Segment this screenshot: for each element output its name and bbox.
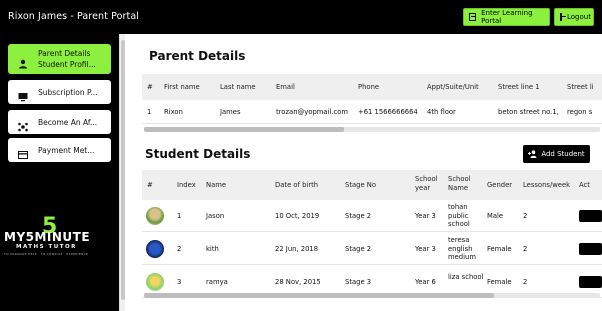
column-header: Phone bbox=[358, 83, 380, 91]
cell: James bbox=[220, 108, 241, 116]
logo-tagline: TO ARRANGE HELP · TO CONSULT · EXPERIENC… bbox=[4, 252, 89, 256]
logout-button[interactable]: Logout bbox=[554, 8, 594, 26]
sidebar-item-label: Become An Af... bbox=[38, 117, 98, 127]
top-bar: Rixon James - Parent Portal Enter Learni… bbox=[0, 0, 602, 34]
brand-logo: 5 MY5MINUTE MATHS TUTOR TO ARRANGE HELP … bbox=[4, 216, 104, 260]
card-icon bbox=[18, 145, 28, 159]
table-row[interactable]: 2 kith 22 Jun, 2018 Stage 2 Year 3 teres… bbox=[142, 233, 602, 265]
cell-stage: Stage 3 bbox=[345, 278, 372, 286]
scrollbar-thumb[interactable] bbox=[144, 293, 494, 298]
cell-stage: Stage 2 bbox=[345, 212, 372, 220]
edit-button[interactable] bbox=[579, 243, 602, 255]
cell-dob: 10 Oct, 2019 bbox=[275, 212, 320, 220]
cell-year: Year 3 bbox=[415, 212, 436, 220]
add-student-button[interactable]: Add Student bbox=[523, 145, 590, 163]
column-header: Index bbox=[177, 181, 196, 189]
column-header: School Name bbox=[448, 175, 471, 192]
sidebar-item-payment[interactable]: Payment Met... bbox=[8, 138, 111, 162]
cell-gender: Female bbox=[487, 245, 512, 253]
monitor-icon bbox=[18, 87, 28, 102]
cell-gender: Female bbox=[487, 278, 512, 286]
cell-year: Year 6 bbox=[415, 278, 436, 286]
cell-index: 2 bbox=[177, 245, 182, 253]
main-content: Parent Details # First name Last name Em… bbox=[125, 34, 602, 311]
logout-icon bbox=[560, 13, 566, 21]
column-header: Stage No bbox=[345, 181, 377, 189]
column-header: Appt/Suite/Unit bbox=[427, 83, 479, 91]
column-header: Act bbox=[579, 181, 590, 189]
column-header: Street li bbox=[567, 83, 594, 91]
column-header: # bbox=[147, 181, 153, 189]
add-user-icon bbox=[528, 150, 537, 158]
column-header: Gender bbox=[487, 181, 513, 189]
sidebar: Parent Details Student Profil... Subscri… bbox=[0, 34, 119, 311]
table-header: # Index Name Date of birth Stage No Scho… bbox=[142, 170, 602, 200]
cell-dob: 28 Nov, 2015 bbox=[275, 278, 321, 286]
sidebar-item-affiliate[interactable]: Become An Af... bbox=[8, 110, 111, 134]
student-details-title: Student Details bbox=[145, 147, 251, 161]
login-icon bbox=[469, 13, 477, 21]
cell-name: Jason bbox=[206, 212, 225, 220]
logo-subtitle: MATHS TUTOR bbox=[16, 244, 77, 250]
column-header: School year bbox=[415, 175, 438, 192]
enter-learning-portal-button[interactable]: Enter Learning Portal bbox=[463, 8, 550, 26]
cell-dob: 22 Jun, 2018 bbox=[275, 245, 319, 253]
horizontal-scrollbar[interactable] bbox=[144, 293, 600, 298]
column-header: First name bbox=[164, 83, 200, 91]
cell-stage: Stage 2 bbox=[345, 245, 372, 253]
cell: Rixon bbox=[164, 108, 183, 116]
app-title: Rixon James - Parent Portal bbox=[8, 11, 139, 22]
cell-year: Year 3 bbox=[415, 245, 436, 253]
logo-text: MY5MINUTE bbox=[4, 230, 91, 244]
avatar bbox=[146, 207, 164, 225]
cell: 4th floor bbox=[427, 108, 456, 116]
column-header: Email bbox=[276, 83, 295, 91]
cell: trozan@yopmail.com bbox=[276, 108, 349, 116]
cell-index: 3 bbox=[177, 278, 182, 286]
cell-school: liza school bbox=[448, 273, 484, 281]
column-header: Date of birth bbox=[275, 181, 319, 189]
student-details-table: # Index Name Date of birth Stage No Scho… bbox=[142, 170, 602, 300]
table-row[interactable]: 1 Rixon James trozan@yopmail.com +61 156… bbox=[142, 100, 602, 124]
parent-details-table: # First name Last name Email Phone Appt/… bbox=[142, 74, 602, 132]
cell-lessons: 2 bbox=[523, 278, 528, 286]
avatar bbox=[146, 240, 164, 258]
sidebar-item-label: Subscription P... bbox=[38, 87, 98, 97]
edit-button[interactable] bbox=[579, 210, 602, 222]
table-row[interactable]: 1 Jason 10 Oct, 2019 Stage 2 Year 3 toha… bbox=[142, 200, 602, 232]
user-icon bbox=[18, 54, 28, 69]
sidebar-item-parent-details[interactable]: Parent Details Student Profil... bbox=[8, 44, 111, 74]
cell-school: tohan public school bbox=[448, 203, 470, 228]
add-student-label: Add Student bbox=[541, 150, 585, 158]
affiliate-icon bbox=[18, 117, 28, 132]
column-header: Last name bbox=[220, 83, 256, 91]
logout-label: Logout bbox=[567, 13, 591, 21]
cell-lessons: 2 bbox=[523, 212, 528, 220]
column-header: Street line 1 bbox=[498, 83, 540, 91]
parent-details-title: Parent Details bbox=[149, 49, 246, 63]
enter-learning-portal-label: Enter Learning Portal bbox=[481, 9, 533, 25]
column-header: Name bbox=[206, 181, 227, 189]
sidebar-item-label: Payment Met... bbox=[38, 145, 95, 155]
avatar bbox=[146, 273, 164, 291]
cell-gender: Male bbox=[487, 212, 504, 220]
cell-name: kith bbox=[206, 245, 219, 253]
cell: regon s bbox=[567, 108, 593, 116]
horizontal-scrollbar[interactable] bbox=[144, 127, 600, 132]
column-header: Lessons/week bbox=[523, 181, 571, 189]
cell: 1 bbox=[147, 108, 152, 116]
cell-name: ramya bbox=[206, 278, 228, 286]
table-header: # First name Last name Email Phone Appt/… bbox=[142, 74, 602, 100]
cell-index: 1 bbox=[177, 212, 182, 220]
column-header: # bbox=[147, 83, 153, 91]
sidebar-item-label: Parent Details Student Profil... bbox=[38, 49, 96, 69]
cell-lessons: 2 bbox=[523, 245, 528, 253]
scrollbar-thumb[interactable] bbox=[144, 127, 344, 132]
sidebar-item-subscription[interactable]: Subscription P... bbox=[8, 80, 111, 104]
cell-school: teresa english medium bbox=[448, 236, 476, 261]
cell: +61 1566666664 bbox=[358, 108, 418, 116]
edit-button[interactable] bbox=[579, 276, 602, 288]
cell: beton street no.1, bbox=[498, 108, 559, 116]
